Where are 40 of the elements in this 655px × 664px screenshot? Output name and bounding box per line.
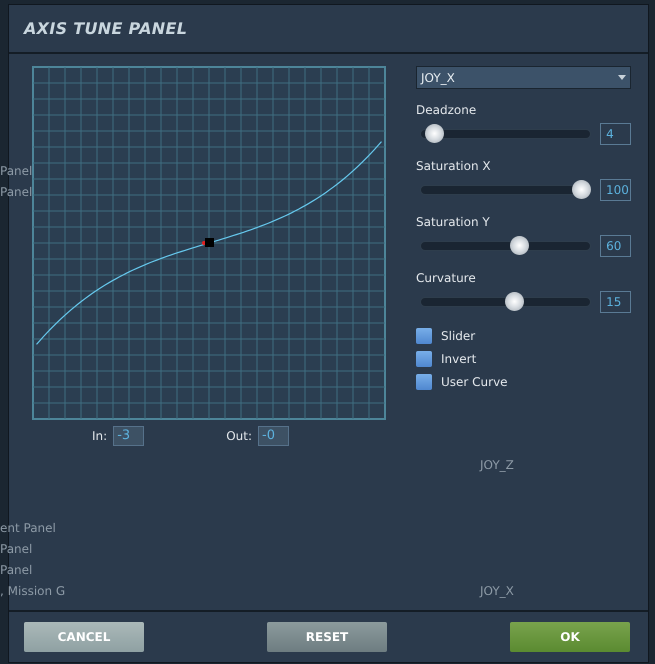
list-text: ent Panel (0, 520, 56, 534)
slider-label: Saturation Y (416, 214, 491, 231)
out-label: Out: (226, 428, 252, 445)
slider-track[interactable] (420, 236, 592, 256)
slider-thumb[interactable] (424, 124, 444, 143)
slider-track[interactable] (420, 180, 591, 200)
list-text: JOY_X (480, 582, 514, 600)
checkbox-label: User Curve (441, 374, 508, 391)
slider-label: Curvature (416, 270, 477, 287)
slider-track[interactable] (420, 124, 592, 144)
list-text: Panel (0, 164, 32, 178)
list-text: Panel (0, 562, 32, 576)
slider-thumb[interactable] (505, 292, 524, 311)
reset-button[interactable]: RESET (267, 622, 387, 652)
caret-icon (618, 75, 626, 80)
slider-thumb[interactable] (572, 180, 591, 199)
in-field[interactable]: -3 (113, 426, 144, 446)
checkbox[interactable] (416, 328, 432, 344)
checkbox-label: Invert (441, 351, 476, 368)
checkbox[interactable] (416, 374, 432, 390)
list-text: Panel (0, 542, 32, 556)
ok-button[interactable]: OK (510, 622, 630, 652)
slider-thumb[interactable] (510, 236, 529, 255)
out-field[interactable]: -0 (258, 426, 289, 446)
list-text: JOY_Z (480, 456, 514, 474)
checkbox-label: Slider (441, 328, 476, 345)
value-field[interactable]: 15 (600, 291, 631, 313)
value-field[interactable]: 100 (600, 179, 631, 201)
in-label: In: (92, 428, 108, 445)
value-field[interactable]: 60 (600, 235, 631, 257)
window-title: AXIS TUNE PANEL (24, 18, 188, 40)
value-field[interactable]: 4 (600, 123, 631, 145)
axis-dropdown[interactable]: JOY_X (416, 66, 631, 89)
list-text: , Mission G (0, 584, 66, 598)
slider-track[interactable] (420, 292, 592, 312)
slider-label: Saturation X (416, 158, 492, 175)
checkbox[interactable] (416, 351, 432, 367)
list-text: Panel (0, 184, 32, 198)
curve-marker[interactable] (202, 238, 214, 247)
slider-label: Deadzone (416, 102, 478, 119)
